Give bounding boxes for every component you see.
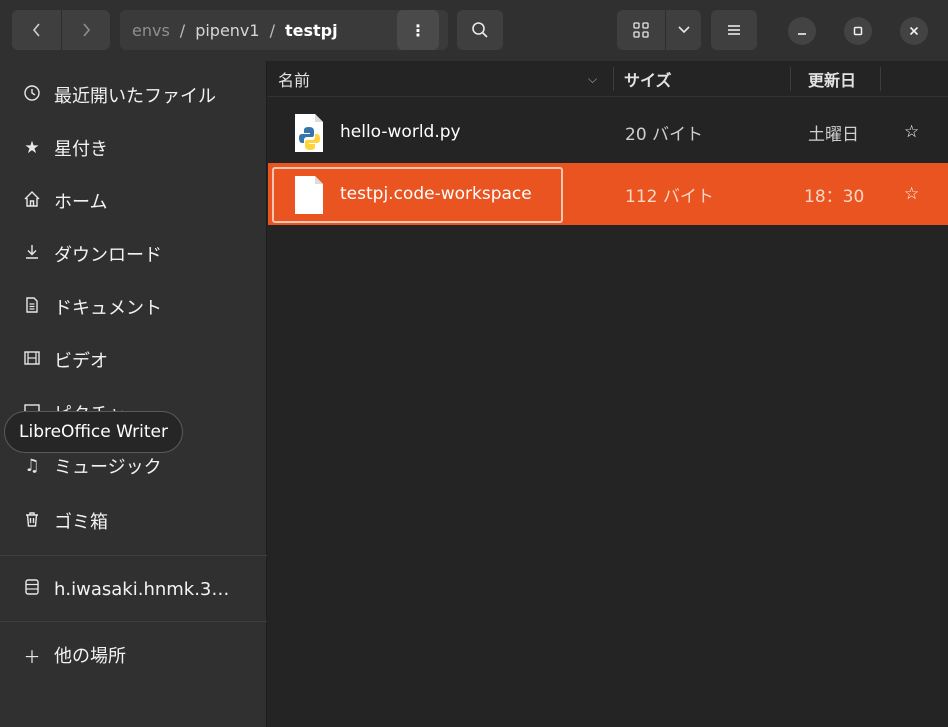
minimize-button[interactable] bbox=[788, 17, 816, 45]
minimize-icon bbox=[798, 33, 806, 35]
file-name[interactable]: testpj.code-workspace bbox=[340, 163, 532, 225]
sidebar-divider bbox=[0, 555, 267, 556]
table-row[interactable]: hello-world.py 20 バイト 土曜日 ☆ bbox=[268, 101, 948, 163]
file-size: 20 バイト bbox=[625, 124, 704, 145]
sidebar-item-label: ダウンロード bbox=[54, 245, 162, 266]
view-options-dropdown[interactable] bbox=[666, 10, 701, 50]
document-icon bbox=[22, 296, 42, 319]
sidebar-item-home[interactable]: ホーム bbox=[0, 175, 267, 227]
file-size: 112 バイト bbox=[625, 186, 714, 207]
column-header: 名前 ⌵ サイズ 更新日 bbox=[268, 61, 948, 97]
file-modified: 18：30 bbox=[804, 186, 865, 207]
table-row-selected[interactable]: testpj.code-workspace 112 バイト 18：30 ☆ bbox=[268, 163, 948, 225]
close-icon bbox=[909, 26, 919, 36]
file-modified: 土曜日 bbox=[808, 124, 859, 145]
sidebar-item-label: h.iwasaki.hnmk.3… bbox=[54, 578, 230, 600]
sort-chevron-icon[interactable]: ⌵ bbox=[588, 61, 597, 97]
navigation-buttons bbox=[12, 10, 110, 50]
tooltip: LibreOffice Writer bbox=[4, 411, 183, 453]
back-button[interactable] bbox=[12, 10, 61, 50]
main-menu-button[interactable] bbox=[711, 10, 757, 50]
sidebar-item-drive[interactable]: h.iwasaki.hnmk.3… bbox=[0, 563, 267, 615]
python-file-icon bbox=[295, 114, 323, 152]
drive-icon bbox=[22, 578, 42, 601]
path-menu-button[interactable]: ⋮ bbox=[397, 10, 439, 50]
vertical-dots-icon: ⋮ bbox=[410, 20, 426, 40]
grid-view-button[interactable] bbox=[617, 10, 665, 50]
sidebar-item-label: ゴミ箱 bbox=[54, 512, 108, 533]
close-button[interactable] bbox=[900, 17, 928, 45]
text-file-icon bbox=[295, 176, 323, 214]
sidebar-item-other-locations[interactable]: ＋ 他の場所 bbox=[0, 629, 267, 681]
sidebar-divider bbox=[0, 621, 267, 622]
sidebar: 最近開いたファイル ★ 星付き ホーム ダウンロード ドキュメント ビデオ ピク… bbox=[0, 61, 267, 727]
download-icon bbox=[22, 243, 42, 266]
breadcrumb-envs[interactable]: envs bbox=[132, 21, 170, 40]
maximize-button[interactable] bbox=[844, 17, 872, 45]
chevron-right-icon bbox=[82, 23, 90, 37]
sidebar-item-recent[interactable]: 最近開いたファイル bbox=[0, 69, 267, 121]
music-icon: ♫ bbox=[24, 456, 40, 476]
star-icon: ★ bbox=[24, 138, 40, 158]
video-icon bbox=[22, 349, 42, 372]
trash-icon bbox=[22, 510, 42, 533]
sidebar-item-videos[interactable]: ビデオ bbox=[0, 334, 267, 386]
sidebar-item-label: ドキュメント bbox=[54, 298, 162, 319]
sidebar-item-label: ビデオ bbox=[54, 351, 108, 372]
hamburger-menu-icon bbox=[728, 25, 740, 35]
star-toggle-icon[interactable]: ☆ bbox=[904, 163, 919, 225]
view-toggle-group bbox=[617, 10, 701, 50]
clock-icon bbox=[22, 84, 42, 107]
sidebar-item-downloads[interactable]: ダウンロード bbox=[0, 228, 267, 280]
sidebar-item-label: 星付き bbox=[54, 139, 108, 160]
column-name[interactable]: 名前 bbox=[278, 61, 310, 97]
header-bar: envs / pipenv1 / testpj ⋮ bbox=[0, 0, 948, 61]
sidebar-item-label: ホーム bbox=[54, 192, 108, 213]
sidebar-item-documents[interactable]: ドキュメント bbox=[0, 281, 267, 333]
home-icon bbox=[22, 190, 42, 213]
breadcrumb: envs / pipenv1 / testpj bbox=[132, 20, 338, 40]
chevron-down-icon bbox=[677, 26, 690, 34]
column-modified[interactable]: 更新日 bbox=[808, 61, 856, 97]
sidebar-item-trash[interactable]: ゴミ箱 bbox=[0, 495, 267, 547]
search-button[interactable] bbox=[457, 10, 503, 50]
file-name[interactable]: hello-world.py bbox=[340, 101, 461, 163]
sidebar-item-label: 最近開いたファイル bbox=[54, 86, 216, 107]
search-icon bbox=[472, 22, 488, 38]
breadcrumb-testpj[interactable]: testpj bbox=[285, 21, 338, 40]
sidebar-item-starred[interactable]: ★ 星付き bbox=[0, 122, 267, 174]
plus-icon: ＋ bbox=[23, 647, 41, 668]
sidebar-item-label: 他の場所 bbox=[54, 646, 126, 667]
star-toggle-icon[interactable]: ☆ bbox=[904, 101, 919, 163]
breadcrumb-pipenv1[interactable]: pipenv1 bbox=[195, 21, 259, 40]
forward-button[interactable] bbox=[61, 10, 110, 50]
maximize-icon bbox=[853, 26, 863, 36]
grid-view-icon bbox=[633, 22, 649, 38]
chevron-left-icon bbox=[32, 23, 40, 37]
file-list: 名前 ⌵ サイズ 更新日 hello-world.py 20 バイト 土曜日 ☆… bbox=[268, 61, 948, 727]
column-size[interactable]: サイズ bbox=[624, 61, 672, 97]
sidebar-item-label: ミュージック bbox=[54, 457, 162, 478]
